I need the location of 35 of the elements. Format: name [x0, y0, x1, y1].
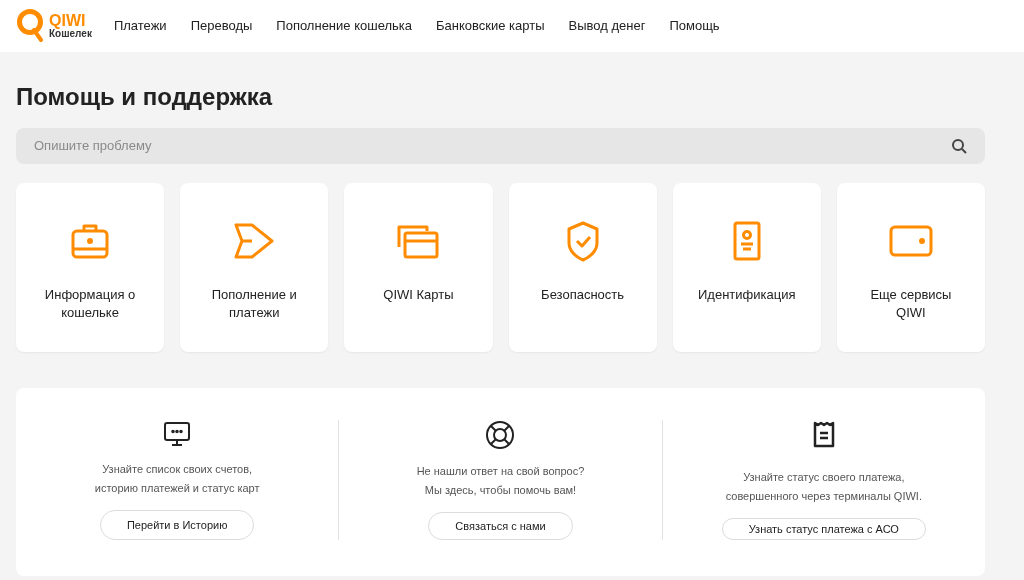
action-button[interactable]: Перейти в Историю — [99, 510, 255, 540]
category-card[interactable]: Еще сервисы QIWI — [836, 183, 985, 352]
category-card[interactable]: Информация о кошельке — [16, 183, 165, 352]
shield-check-icon — [565, 220, 600, 262]
page-title: Помощь и поддержка — [16, 82, 274, 112]
nav-link[interactable]: Пополнение кошелька — [276, 16, 412, 36]
help-text: Не нашли ответ на свой вопрос? Мы здесь, чтобы помочь вам! — [416, 464, 585, 498]
category-label: Еще сервисы QIWI — [869, 286, 953, 322]
action-button[interactable]: Связаться с нами — [428, 512, 573, 540]
category-card[interactable]: QIWI Карты — [344, 183, 493, 352]
help-text: Узнайте список своих счетов, историю платежей и статус карт — [94, 462, 260, 497]
logo-product: Кошелек — [49, 29, 92, 39]
lifebuoy-icon — [485, 420, 516, 450]
help-text: Узнайте статус своего платежа, совершенного через терминалы QIWI. — [725, 470, 922, 504]
id-document-icon — [731, 220, 762, 262]
monitor-icon — [163, 421, 192, 448]
nav-link[interactable]: Платежи — [113, 16, 167, 36]
nav-link[interactable]: Помощь — [669, 16, 720, 36]
category-label: Идентификация — [697, 286, 797, 304]
logo-icon — [16, 8, 46, 44]
nav-link[interactable]: Вывод денег — [568, 16, 646, 36]
wallet-icon — [887, 224, 934, 258]
search-icon — [951, 138, 967, 154]
receipt-icon — [812, 420, 835, 448]
nav-link[interactable]: Переводы — [190, 16, 253, 36]
category-label: Безопасность — [540, 286, 626, 304]
category-label: QIWI Карты — [382, 286, 455, 304]
action-button[interactable]: Узнать статус платежа с АСО — [721, 518, 926, 540]
category-label: Информация о кошельке — [43, 286, 137, 322]
category-card[interactable]: Безопасность — [508, 183, 657, 352]
category-card[interactable]: Идентификация — [672, 183, 821, 352]
nav-link[interactable]: Банковские карты — [436, 16, 545, 36]
logo-brand: QIWI — [49, 13, 86, 29]
category-label: Пополнение и платежи — [210, 286, 298, 322]
category-card[interactable]: Пополнение и платежи — [180, 183, 329, 352]
